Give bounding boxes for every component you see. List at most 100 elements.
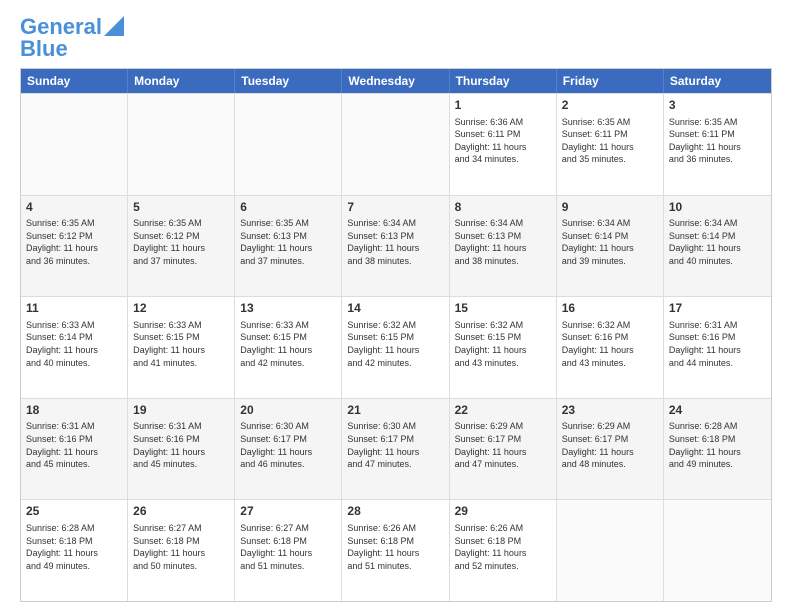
day-number: 19 (133, 403, 229, 419)
calendar-header: SundayMondayTuesdayWednesdayThursdayFrid… (21, 69, 771, 93)
calendar-empty-cell (342, 94, 449, 195)
calendar-day-7: 7Sunrise: 6:34 AM Sunset: 6:13 PM Daylig… (342, 196, 449, 297)
day-info: Sunrise: 6:28 AM Sunset: 6:18 PM Dayligh… (669, 420, 766, 470)
calendar-row-1: 1 Sunrise: 6:36 AM Sunset: 6:11 PM Daylig… (21, 93, 771, 195)
day-number: 4 (26, 200, 122, 216)
calendar-day-1: 1 Sunrise: 6:36 AM Sunset: 6:11 PM Daylig… (450, 94, 557, 195)
calendar-empty-cell (557, 500, 664, 601)
day-info: Sunrise: 6:26 AM Sunset: 6:18 PM Dayligh… (455, 522, 551, 572)
calendar-day-15: 15 Sunrise: 6:32 AM Sunset: 6:15 PM Dayli… (450, 297, 557, 398)
day-number: 23 (562, 403, 658, 419)
calendar-day-4: 4Sunrise: 6:35 AM Sunset: 6:12 PM Daylig… (21, 196, 128, 297)
day-number: 14 (347, 301, 443, 317)
day-info: Sunrise: 6:29 AM Sunset: 6:17 PM Dayligh… (455, 420, 551, 470)
calendar-row-2: 4 Sunrise: 6:35 AM Sunset: 6:12 PM Daylig… (21, 195, 771, 297)
day-number: 21 (347, 403, 443, 419)
day-number: 6 (240, 200, 336, 216)
day-info: Sunrise: 6:34 AM Sunset: 6:14 PM Dayligh… (562, 217, 658, 267)
day-info: Sunrise: 6:35 AM Sunset: 6:11 PM Dayligh… (562, 116, 658, 166)
header-day-monday: Monday (128, 69, 235, 93)
header-day-saturday: Saturday (664, 69, 771, 93)
calendar-day-25: 25 Sunrise: 6:28 AM Sunset: 6:18 PM Dayli… (21, 500, 128, 601)
day-info: Sunrise: 6:34 AM Sunset: 6:13 PM Dayligh… (455, 217, 551, 267)
calendar-day-14: 14 Sunrise: 6:32 AM Sunset: 6:15 PM Dayli… (342, 297, 449, 398)
header-day-friday: Friday (557, 69, 664, 93)
calendar-row-3: 11 Sunrise: 6:33 AM Sunset: 6:14 PM Dayli… (21, 296, 771, 398)
calendar-row-5: 25 Sunrise: 6:28 AM Sunset: 6:18 PM Dayli… (21, 499, 771, 601)
day-info: Sunrise: 6:33 AM Sunset: 6:15 PM Dayligh… (133, 319, 229, 369)
day-number: 28 (347, 504, 443, 520)
calendar-day-22: 22Sunrise: 6:29 AM Sunset: 6:17 PM Dayli… (450, 399, 557, 500)
day-info: Sunrise: 6:27 AM Sunset: 6:18 PM Dayligh… (240, 522, 336, 572)
calendar-day-5: 5Sunrise: 6:35 AM Sunset: 6:12 PM Daylig… (128, 196, 235, 297)
day-number: 2 (562, 98, 658, 114)
calendar-empty-cell (128, 94, 235, 195)
day-info: Sunrise: 6:32 AM Sunset: 6:15 PM Dayligh… (347, 319, 443, 369)
day-number: 29 (455, 504, 551, 520)
calendar-day-9: 9Sunrise: 6:34 AM Sunset: 6:14 PM Daylig… (557, 196, 664, 297)
calendar-day-19: 19Sunrise: 6:31 AM Sunset: 6:16 PM Dayli… (128, 399, 235, 500)
calendar-day-20: 20Sunrise: 6:30 AM Sunset: 6:17 PM Dayli… (235, 399, 342, 500)
calendar: SundayMondayTuesdayWednesdayThursdayFrid… (20, 68, 772, 602)
calendar-day-17: 17 Sunrise: 6:31 AM Sunset: 6:16 PM Dayli… (664, 297, 771, 398)
day-info: Sunrise: 6:27 AM Sunset: 6:18 PM Dayligh… (133, 522, 229, 572)
day-number: 3 (669, 98, 766, 114)
day-info: Sunrise: 6:36 AM Sunset: 6:11 PM Dayligh… (455, 116, 551, 166)
day-info: Sunrise: 6:28 AM Sunset: 6:18 PM Dayligh… (26, 522, 122, 572)
day-number: 8 (455, 200, 551, 216)
calendar-day-11: 11 Sunrise: 6:33 AM Sunset: 6:14 PM Dayli… (21, 297, 128, 398)
calendar-day-28: 28 Sunrise: 6:26 AM Sunset: 6:18 PM Dayli… (342, 500, 449, 601)
header-day-wednesday: Wednesday (342, 69, 449, 93)
day-number: 22 (455, 403, 551, 419)
calendar-day-3: 3 Sunrise: 6:35 AM Sunset: 6:11 PM Daylig… (664, 94, 771, 195)
calendar-day-8: 8Sunrise: 6:34 AM Sunset: 6:13 PM Daylig… (450, 196, 557, 297)
calendar-empty-cell (21, 94, 128, 195)
day-number: 12 (133, 301, 229, 317)
header: General Blue (20, 16, 772, 60)
day-info: Sunrise: 6:32 AM Sunset: 6:16 PM Dayligh… (562, 319, 658, 369)
day-number: 20 (240, 403, 336, 419)
day-number: 15 (455, 301, 551, 317)
day-info: Sunrise: 6:31 AM Sunset: 6:16 PM Dayligh… (669, 319, 766, 369)
calendar-empty-cell (664, 500, 771, 601)
day-number: 16 (562, 301, 658, 317)
calendar-day-21: 21Sunrise: 6:30 AM Sunset: 6:17 PM Dayli… (342, 399, 449, 500)
calendar-day-10: 10Sunrise: 6:34 AM Sunset: 6:14 PM Dayli… (664, 196, 771, 297)
day-info: Sunrise: 6:35 AM Sunset: 6:12 PM Dayligh… (133, 217, 229, 267)
page: General Blue SundayMondayTuesdayWednesda… (0, 0, 792, 612)
day-number: 25 (26, 504, 122, 520)
calendar-day-12: 12 Sunrise: 6:33 AM Sunset: 6:15 PM Dayli… (128, 297, 235, 398)
day-info: Sunrise: 6:35 AM Sunset: 6:11 PM Dayligh… (669, 116, 766, 166)
day-info: Sunrise: 6:34 AM Sunset: 6:13 PM Dayligh… (347, 217, 443, 267)
calendar-day-24: 24Sunrise: 6:28 AM Sunset: 6:18 PM Dayli… (664, 399, 771, 500)
calendar-day-29: 29 Sunrise: 6:26 AM Sunset: 6:18 PM Dayli… (450, 500, 557, 601)
header-day-sunday: Sunday (21, 69, 128, 93)
day-number: 10 (669, 200, 766, 216)
calendar-day-27: 27Sunrise: 6:27 AM Sunset: 6:18 PM Dayli… (235, 500, 342, 601)
day-info: Sunrise: 6:34 AM Sunset: 6:14 PM Dayligh… (669, 217, 766, 267)
day-info: Sunrise: 6:30 AM Sunset: 6:17 PM Dayligh… (347, 420, 443, 470)
calendar-day-16: 16 Sunrise: 6:32 AM Sunset: 6:16 PM Dayli… (557, 297, 664, 398)
header-day-thursday: Thursday (450, 69, 557, 93)
day-info: Sunrise: 6:32 AM Sunset: 6:15 PM Dayligh… (455, 319, 551, 369)
calendar-row-4: 18Sunrise: 6:31 AM Sunset: 6:16 PM Dayli… (21, 398, 771, 500)
calendar-day-23: 23Sunrise: 6:29 AM Sunset: 6:17 PM Dayli… (557, 399, 664, 500)
logo: General Blue (20, 16, 124, 60)
calendar-day-2: 2 Sunrise: 6:35 AM Sunset: 6:11 PM Daylig… (557, 94, 664, 195)
day-info: Sunrise: 6:26 AM Sunset: 6:18 PM Dayligh… (347, 522, 443, 572)
calendar-day-26: 26Sunrise: 6:27 AM Sunset: 6:18 PM Dayli… (128, 500, 235, 601)
day-number: 17 (669, 301, 766, 317)
day-info: Sunrise: 6:33 AM Sunset: 6:15 PM Dayligh… (240, 319, 336, 369)
day-number: 11 (26, 301, 122, 317)
day-number: 24 (669, 403, 766, 419)
calendar-empty-cell (235, 94, 342, 195)
calendar-day-6: 6Sunrise: 6:35 AM Sunset: 6:13 PM Daylig… (235, 196, 342, 297)
day-number: 1 (455, 98, 551, 114)
day-info: Sunrise: 6:31 AM Sunset: 6:16 PM Dayligh… (26, 420, 122, 470)
day-number: 5 (133, 200, 229, 216)
day-info: Sunrise: 6:33 AM Sunset: 6:14 PM Dayligh… (26, 319, 122, 369)
day-info: Sunrise: 6:29 AM Sunset: 6:17 PM Dayligh… (562, 420, 658, 470)
header-day-tuesday: Tuesday (235, 69, 342, 93)
logo-triangle-icon (104, 16, 124, 36)
day-number: 9 (562, 200, 658, 216)
